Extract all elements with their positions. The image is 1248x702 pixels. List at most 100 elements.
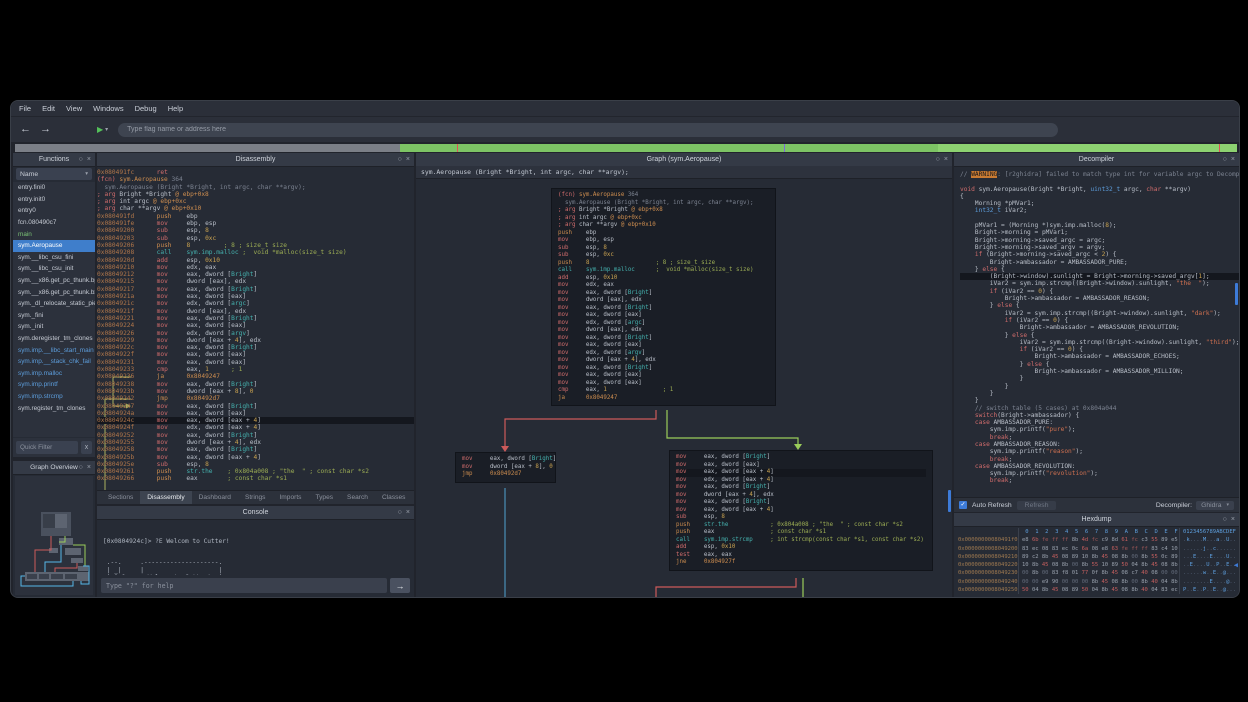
code-line[interactable]: case AMBASSADOR_REASON: [960,441,1239,448]
function-item[interactable]: sym.__libc_csu_init [13,263,95,275]
code-line[interactable]: call sym.imp.malloc ; void *malloc(size_… [558,267,769,275]
code-line[interactable]: mov eax, dword [eax + 4] [676,507,926,515]
code-line[interactable]: 0x08049200 sub esp, 8 [97,227,414,234]
menu-item-file[interactable]: File [19,104,31,113]
code-line[interactable]: (fcn) sym.Aeropause 364 [558,192,769,200]
code-line[interactable]: 0x0804922c mov eax, dword [Bright] [97,344,414,351]
code-line[interactable]: 0x08049212 mov eax, dword [Bright] [97,271,414,278]
code-line[interactable]: break; [960,477,1239,484]
code-line[interactable]: mov dword [eax + 4], edx [558,357,769,365]
float-icon[interactable]: ○ [398,156,402,163]
code-line[interactable]: mov eax, dword [eax + 4] [676,469,926,477]
code-line[interactable]: push ebp [558,230,769,238]
back-arrow-icon[interactable]: ← [20,124,31,135]
code-line[interactable]: 0x0804925e sub esp, 8 [97,461,414,468]
code-line[interactable]: ; arg int argc @ ebp+0xc [558,215,769,223]
code-line[interactable]: ; arg Bright *Bright @ ebp+0x8 [97,191,414,198]
code-line[interactable]: 0x0804924c mov eax, dword [eax + 4] [97,417,414,424]
code-line[interactable] [960,178,1239,185]
function-item[interactable]: entry.init0 [13,194,95,206]
memory-map-strip[interactable] [15,144,1237,152]
code-line[interactable]: test eax, eax [676,552,926,560]
code-line[interactable]: case AMBASSADOR_REVOLUTION: [960,463,1239,470]
code-line[interactable]: sym.imp.printf("revolution"); [960,470,1239,477]
code-line[interactable]: 0x0804921a mov eax, dword [eax] [97,293,414,300]
code-line[interactable]: sym.Aeropause (Bright *Bright, int argc,… [558,200,769,208]
auto-refresh-checkbox[interactable]: ✓ [959,501,967,509]
code-line[interactable]: { [960,193,1239,200]
function-item[interactable]: entry0 [13,205,95,217]
code-line[interactable]: mov dword [eax], edx [558,297,769,305]
code-line[interactable]: 0x08049258 mov eax, dword [Bright] [97,446,414,453]
code-line[interactable]: 0x08049221 mov eax, dword [Bright] [97,315,414,322]
close-icon[interactable]: × [87,464,91,471]
code-line[interactable]: 0x08049233 cmp eax, 1 ; 1 [97,366,414,373]
function-item[interactable]: sym.imp.printf [13,379,95,391]
code-line[interactable]: Bright->ambassador = AMBASSADOR_REVOLUTI… [960,324,1239,331]
tab-classes[interactable]: Classes [375,491,412,504]
code-line[interactable]: 0x08049226 mov edx, dword [argv] [97,330,414,337]
graph-canvas[interactable]: (fcn) sym.Aeropause 364 sym.Aeropause (B… [416,180,952,597]
tab-strings[interactable]: Strings [238,491,273,504]
code-line[interactable]: add esp, 0x10 [558,275,769,283]
code-line[interactable]: 0x08049208 call sym.imp.malloc ; void *m… [97,249,414,256]
code-line[interactable]: jmp 0x80492d7 [462,471,549,479]
code-line[interactable]: sub esp, 8 [676,514,926,522]
omnibar-input[interactable] [118,123,1058,137]
code-line[interactable]: break; [960,456,1239,463]
code-line[interactable]: ; arg char **argv @ ebp+0x10 [558,222,769,230]
function-item[interactable]: sym.imp.__libc_start_main [13,344,95,356]
code-line[interactable]: ; arg Bright *Bright @ ebp+0x8 [558,207,769,215]
function-item[interactable]: sym.__x86.get_pc_thunk.bx [13,286,95,298]
code-line[interactable]: break; [960,434,1239,441]
code-line[interactable]: 0x08049252 mov eax, dword [Bright] [97,432,414,439]
graph-titlebar[interactable]: Graph (sym.Aeropause) ○ × [416,153,952,167]
code-line[interactable]: mov eax, dword [eax] [558,342,769,350]
code-line[interactable]: 0x0804920d add esp, 0x10 [97,257,414,264]
console-input[interactable] [101,578,387,593]
code-line[interactable]: 0x080491fe mov ebp, esp [97,220,414,227]
menu-item-edit[interactable]: Edit [42,104,55,113]
code-line[interactable]: push eax ; const char *s1 [676,529,926,537]
code-line[interactable]: Morning *pMVar1; [960,200,1239,207]
menu-item-debug[interactable]: Debug [135,104,157,113]
decompiler-titlebar[interactable]: Decompiler ○ × [954,153,1239,167]
code-line[interactable]: } [960,375,1239,382]
function-item[interactable]: sym.Aeropause [13,240,95,252]
close-icon[interactable]: × [406,156,410,163]
code-line[interactable]: 0x08049224 mov eax, dword [eax] [97,322,414,329]
code-line[interactable]: 0x08049236 ja 0x8049247 [97,373,414,380]
code-line[interactable]: mov edx, dword [argc] [558,320,769,328]
forward-arrow-icon[interactable]: → [40,124,51,135]
code-line[interactable]: 0x08049238 mov eax, dword [Bright] [97,381,414,388]
code-line[interactable]: push str.the ; 0x804a008 ; "the " ; cons… [676,522,926,530]
function-item[interactable]: sym.__x86.get_pc_thunk.bp [13,275,95,287]
code-line[interactable]: void sym.Aeropause(Bright *Bright, uint3… [960,186,1239,193]
menu-item-help[interactable]: Help [168,104,183,113]
function-item[interactable]: sym.__libc_csu_fini [13,252,95,264]
code-line[interactable]: } [960,383,1239,390]
close-icon[interactable]: × [1231,516,1235,523]
code-line[interactable]: 0x080491fd push ebp [97,213,414,220]
float-icon[interactable]: ○ [1223,516,1227,523]
code-line[interactable]: 0x0804921c mov edx, dword [argc] [97,300,414,307]
code-line[interactable]: switch(Bright->ambassador) { [960,412,1239,419]
code-line[interactable]: mov eax, dword [eax] [558,372,769,380]
code-line[interactable]: mov eax, dword [Bright] [558,365,769,373]
tab-search[interactable]: Search [340,491,375,504]
code-line[interactable]: 0x08049210 mov edx, eax [97,264,414,271]
code-line[interactable]: mov eax, dword [eax] [676,462,926,470]
code-line[interactable]: mov ebp, esp [558,237,769,245]
tab-dashboard[interactable]: Dashboard [192,491,238,504]
code-line[interactable]: sym.imp.printf("reason"); [960,448,1239,455]
code-line[interactable]: add esp, 0x10 [676,544,926,552]
code-line[interactable]: push 8 ; 8 ; size_t size [558,260,769,268]
menu-item-view[interactable]: View [66,104,82,113]
code-line[interactable]: } else { [960,302,1239,309]
code-line[interactable]: case AMBASSADOR_PURE: [960,419,1239,426]
code-line[interactable]: mov eax, dword [Bright] [558,305,769,313]
float-icon[interactable]: ○ [936,156,940,163]
menu-item-windows[interactable]: Windows [93,104,123,113]
quick-filter-clear-button[interactable]: x [81,441,92,454]
code-line[interactable]: // switch table (5 cases) at 0x804a044 [960,405,1239,412]
